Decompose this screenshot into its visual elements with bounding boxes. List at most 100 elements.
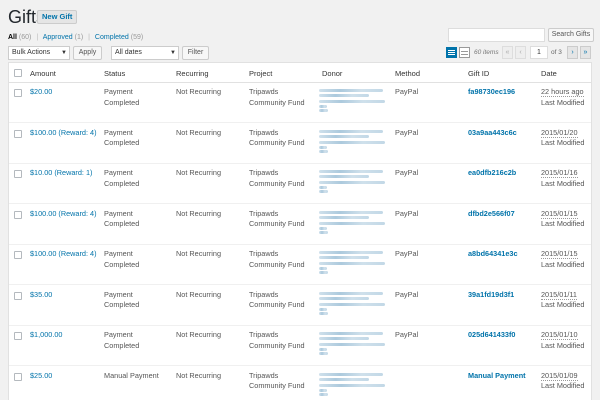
gift-id-link[interactable]: 39a1fd19d3f1	[468, 290, 514, 301]
row-checkbox[interactable]	[14, 210, 22, 219]
gift-id-link[interactable]: Manual Payment	[468, 371, 526, 382]
column-amount[interactable]: Amount	[30, 69, 56, 78]
select-all-checkbox[interactable]	[14, 69, 22, 77]
date-sub-label: Last Modified	[541, 259, 585, 269]
status-cell-line: Completed	[104, 340, 140, 350]
row-checkbox[interactable]	[14, 372, 22, 381]
row-checkbox[interactable]	[14, 332, 22, 340]
project-cell-line: Tripawds	[249, 208, 279, 218]
project-cell: Tripawds Community Fund	[249, 209, 305, 230]
column-gift-id[interactable]: Gift ID	[468, 69, 489, 78]
recurring-cell-line: Not Recurring	[176, 249, 222, 258]
status-cell-line: Payment	[104, 330, 133, 339]
filter-approved-link[interactable]: Approved	[43, 34, 73, 41]
gift-id-link[interactable]: 025d641433f0	[468, 330, 515, 341]
bulk-actions-select[interactable]: Bulk Actions ▼	[8, 46, 70, 60]
date-sub-label: Last Modified	[541, 138, 585, 147]
filter-completed-link[interactable]: Completed	[95, 34, 129, 41]
project-cell-line: Community Fund	[249, 219, 305, 228]
recurring-cell-line: Not Recurring	[176, 87, 222, 96]
prev-page-button[interactable]: ‹	[515, 46, 526, 59]
column-date[interactable]: Date	[541, 69, 557, 78]
amount-link[interactable]: $25.00	[30, 371, 52, 382]
gift-id-link[interactable]: 03a9aa443c6c	[468, 128, 517, 139]
amount-link[interactable]: $10.00 (Reward: 1)	[30, 168, 92, 179]
donor-blur-bar	[319, 262, 385, 265]
project-cell-line: Tripawds	[249, 330, 279, 339]
first-page-button[interactable]: «	[502, 46, 513, 59]
status-cell: Payment Completed	[104, 209, 139, 230]
project-cell: Tripawds Community Fund	[249, 87, 305, 108]
table-header: Amount Status Recurring Project Donor Me…	[9, 63, 591, 83]
apply-button[interactable]: Apply	[73, 46, 102, 60]
recurring-cell: Not Recurring	[176, 371, 221, 382]
project-cell-line: Tripawds	[249, 127, 279, 137]
excerpt-view-icon[interactable]	[459, 47, 470, 58]
search-input[interactable]	[448, 28, 545, 42]
date-filter-select[interactable]: All dates ▼	[111, 46, 179, 60]
donor-blur-bar	[319, 348, 327, 351]
column-recurring[interactable]: Recurring	[176, 69, 209, 78]
new-gift-button[interactable]: New Gift	[37, 10, 78, 24]
status-cell-line: Completed	[104, 138, 140, 147]
gift-id-link[interactable]: dfbd2e566f07	[468, 209, 515, 220]
filter-separator: |	[36, 34, 39, 41]
amount-link[interactable]: $20.00	[30, 87, 52, 98]
column-method[interactable]: Method	[395, 69, 420, 78]
search-gifts-button[interactable]: Search Gifts	[548, 28, 594, 42]
project-cell-line: Tripawds	[249, 168, 279, 177]
date-cell: 2015/01/16 Last Modified	[541, 168, 584, 189]
chevron-down-icon: ▼	[61, 50, 67, 56]
recurring-cell-line: Not Recurring	[176, 127, 222, 137]
column-status[interactable]: Status	[104, 69, 125, 78]
date-value: 2015/01/10	[541, 330, 578, 340]
last-page-button[interactable]: »	[580, 46, 591, 59]
donor-blur-bar	[319, 221, 385, 225]
method-cell-line: PayPal	[395, 208, 419, 218]
amount-link-line: $20.00	[30, 87, 53, 96]
filter-button[interactable]: Filter	[182, 46, 209, 60]
donor-blur-bar	[319, 230, 328, 234]
donor-blur-bar	[319, 271, 328, 274]
status-cell-line: Payment	[104, 127, 133, 137]
amount-link[interactable]: $100.00 (Reward: 4)	[30, 249, 97, 260]
list-view-icon[interactable]	[446, 47, 457, 58]
method-cell: PayPal	[395, 168, 418, 179]
amount-link[interactable]: $100.00 (Reward: 4)	[30, 209, 97, 220]
date-value: 2015/01/16	[541, 168, 578, 178]
column-donor[interactable]: Donor	[322, 69, 342, 78]
status-cell-line: Completed	[104, 300, 140, 309]
gift-id-link[interactable]: fa98730ec196	[468, 87, 515, 98]
row-checkbox[interactable]	[14, 170, 22, 178]
amount-link-line: $35.00	[30, 289, 53, 299]
status-cell: Payment Completed	[104, 249, 139, 270]
row-checkbox[interactable]	[14, 291, 22, 300]
amount-link[interactable]: $35.00	[30, 290, 52, 301]
recurring-cell: Not Recurring	[176, 87, 221, 98]
gift-id-link-line: Manual Payment	[468, 370, 526, 380]
filter-all-link[interactable]: All	[8, 34, 17, 41]
recurring-cell: Not Recurring	[176, 290, 221, 301]
project-cell-line: Community Fund	[249, 138, 305, 147]
status-cell-line: Payment	[104, 87, 133, 96]
next-page-button[interactable]: ›	[567, 46, 578, 59]
gift-id-link[interactable]: ea0dfb216c2b	[468, 168, 516, 179]
current-page-input[interactable]: 1	[530, 46, 548, 59]
project-cell-line: Tripawds	[249, 370, 279, 380]
row-checkbox[interactable]	[14, 251, 22, 259]
gift-id-link-line: 03a9aa443c6c	[468, 127, 517, 137]
gift-id-link-line: dfbd2e566f07	[468, 208, 515, 218]
amount-link[interactable]: $100.00 (Reward: 4)	[30, 128, 97, 139]
column-project[interactable]: Project	[249, 69, 272, 78]
date-sub-label: Last Modified	[541, 340, 585, 350]
donor-blur-bar	[319, 372, 383, 376]
gift-id-link[interactable]: a8bd64341e3c	[468, 249, 518, 260]
total-pages: of 3	[551, 49, 562, 56]
row-checkbox[interactable]	[14, 129, 22, 138]
date-sub-label: Last Modified	[541, 219, 585, 228]
project-cell-line: Community Fund	[249, 178, 305, 188]
status-cell-line: Payment	[104, 208, 133, 218]
amount-link[interactable]: $1,000.00	[30, 330, 62, 341]
donor-blur-bar	[319, 251, 383, 254]
row-checkbox[interactable]	[14, 89, 22, 97]
